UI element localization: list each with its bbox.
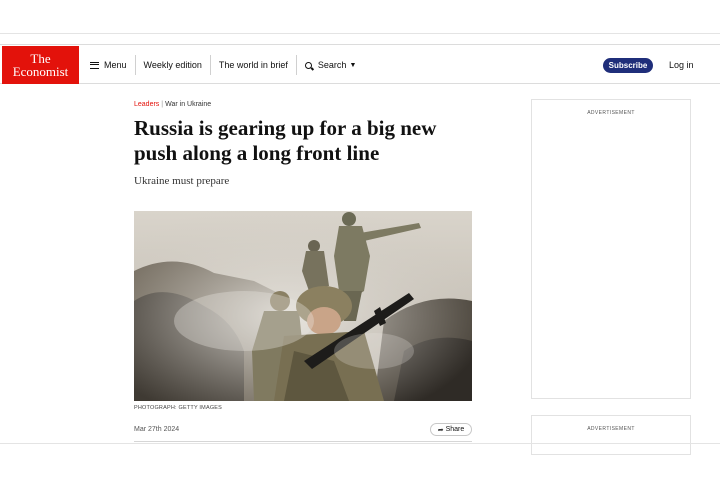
- advertisement-slot[interactable]: ADVERTISEMENT: [531, 99, 691, 399]
- soldiers-photo-illustration: [134, 211, 472, 401]
- article-headline: Russia is gearing up for a big new push …: [134, 116, 437, 165]
- subscribe-button[interactable]: Subscribe: [603, 58, 653, 73]
- chevron-down-icon: ▼: [349, 61, 357, 69]
- world-in-brief-label: The world in brief: [218, 60, 288, 70]
- article-standfirst: Ukraine must prepare: [134, 175, 230, 187]
- subsection-link[interactable]: War in Ukraine: [165, 101, 211, 108]
- search-icon: [304, 61, 312, 69]
- photo-credit: PHOTOGRAPH: GETTY IMAGES: [134, 405, 223, 411]
- weekly-edition-label: Weekly edition: [143, 60, 202, 70]
- logo-line-2: Economist: [12, 64, 69, 79]
- menu-label: Menu: [104, 60, 127, 70]
- ad-label: ADVERTISEMENT: [587, 426, 635, 432]
- economist-logo[interactable]: The Economist: [2, 46, 79, 84]
- rubric-separator: |: [161, 101, 164, 108]
- subscribe-label: Subscribe: [608, 61, 648, 70]
- article-photo: [134, 211, 472, 401]
- section-link[interactable]: Leaders: [134, 101, 159, 108]
- page: The Economist Menu Weekly edition The wo…: [0, 0, 720, 480]
- share-icon: ➦: [437, 426, 444, 434]
- search-button[interactable]: Search ▼: [297, 55, 364, 75]
- advertisement-slot[interactable]: ADVERTISEMENT: [531, 415, 691, 455]
- bottom-divider: [0, 443, 720, 444]
- weekly-edition-link[interactable]: Weekly edition: [136, 55, 211, 75]
- publish-date: Mar 27th 2024: [134, 426, 180, 433]
- share-button[interactable]: ➦ Share: [430, 423, 472, 436]
- main-nav: Menu Weekly edition The world in brief S…: [88, 55, 364, 75]
- article-divider: [134, 441, 472, 442]
- share-label: Share: [445, 426, 465, 433]
- world-in-brief-link[interactable]: The world in brief: [211, 55, 297, 75]
- hamburger-icon: [90, 61, 99, 69]
- ad-label: ADVERTISEMENT: [587, 110, 635, 116]
- search-label: Search: [317, 60, 347, 70]
- top-divider: [0, 33, 720, 34]
- article-rubric: Leaders | War in Ukraine: [134, 101, 211, 108]
- login-link[interactable]: Log in: [669, 60, 694, 70]
- menu-button[interactable]: Menu: [88, 55, 136, 75]
- site-header: The Economist Menu Weekly edition The wo…: [0, 44, 720, 84]
